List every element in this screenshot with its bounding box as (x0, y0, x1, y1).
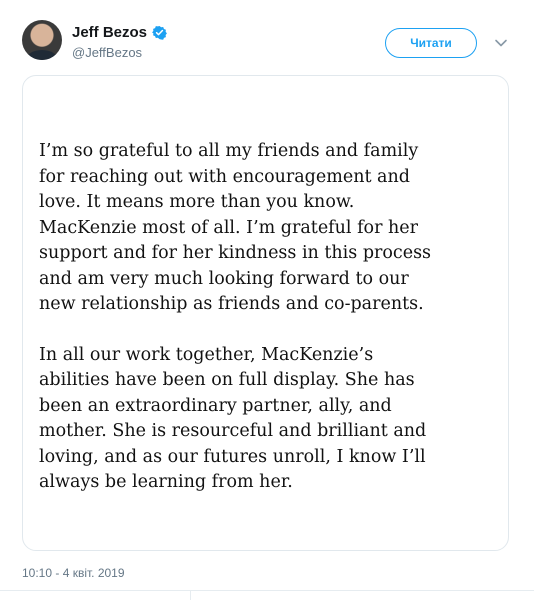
tweet-header: Jeff Bezos @JeffBezos Читати (0, 0, 534, 72)
tweet-timestamp[interactable]: 10:10 - 4 квіт. 2019 (22, 566, 125, 580)
avatar[interactable] (22, 20, 62, 60)
statement-paragraph-2: In all our work together, MacKenzie’s ab… (39, 344, 427, 493)
avatar-shoulders (26, 50, 58, 60)
statement-paragraph-1: I’m so grateful to all my friends and fa… (39, 141, 432, 314)
divider-notch (190, 590, 191, 600)
verified-badge-icon (152, 25, 167, 40)
author-display-name[interactable]: Jeff Bezos (72, 24, 147, 41)
statement-letter-text: I’m so grateful to all my friends and fa… (39, 139, 499, 496)
tweet-image-card[interactable]: I’m so grateful to all my friends and fa… (22, 75, 509, 551)
author-name-row[interactable]: Jeff Bezos (72, 24, 167, 41)
follow-button[interactable]: Читати (385, 28, 477, 58)
divider (0, 590, 534, 591)
author-handle[interactable]: @JeffBezos (72, 45, 142, 60)
chevron-down-icon[interactable] (494, 36, 508, 50)
